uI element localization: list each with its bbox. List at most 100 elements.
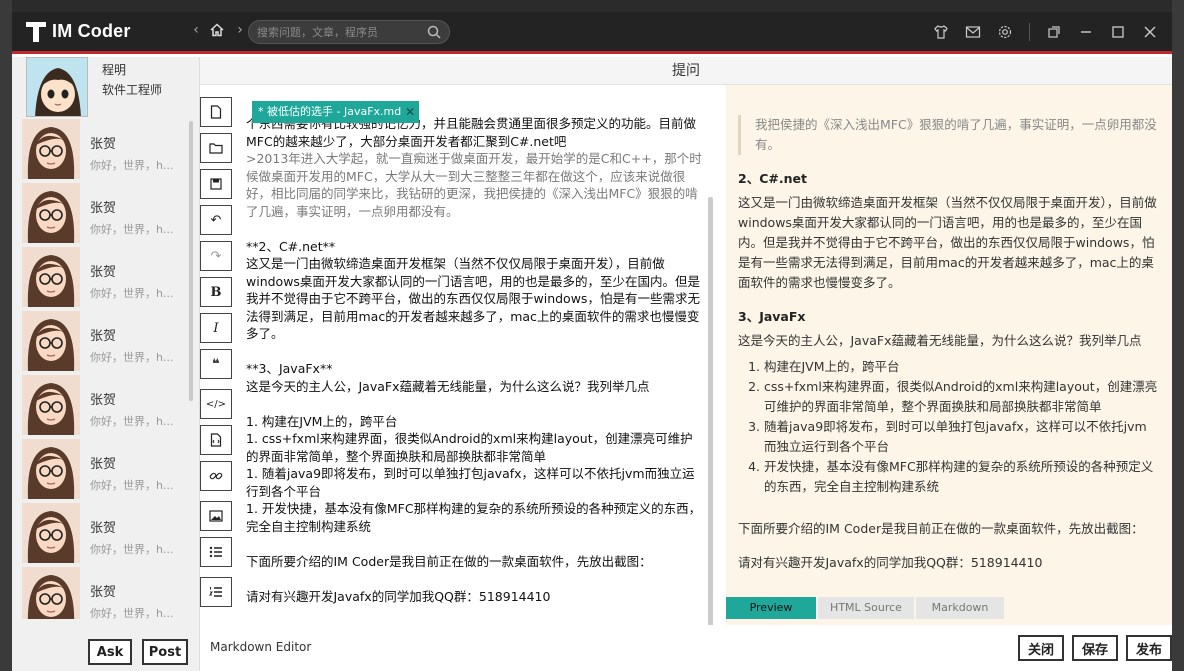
restore-window-icon[interactable] (1044, 22, 1064, 42)
contact-last-message: 你好，世界，h... (90, 607, 174, 619)
preview-heading: 2、C#.net (738, 171, 807, 186)
numbered-list-icon (209, 587, 222, 597)
forward-arrow-icon[interactable]: › (232, 22, 248, 38)
avatar (22, 183, 80, 243)
minimize-icon[interactable] (1076, 22, 1096, 42)
link-button[interactable] (200, 461, 232, 491)
contact-name: 张贺 (90, 521, 117, 536)
open-folder-button[interactable] (200, 133, 232, 163)
post-button[interactable]: Post (142, 639, 188, 665)
save-button[interactable]: 保存 (1072, 635, 1118, 661)
list-item[interactable]: 张贺 你好，世界，h... (22, 119, 190, 183)
sidebar-actions: Ask Post (12, 623, 200, 671)
shirt-icon[interactable] (931, 22, 951, 42)
image-button[interactable] (200, 501, 232, 531)
list-item[interactable]: 张贺 你好，世界，h... (22, 375, 190, 439)
bold-button[interactable]: B (200, 277, 232, 307)
publish-button[interactable]: 发布 (1126, 635, 1172, 661)
user-profile[interactable]: 程明 软件工程师 (24, 57, 200, 119)
contact-name: 张贺 (90, 201, 117, 216)
code-block-button[interactable] (200, 425, 232, 455)
back-arrow-icon[interactable]: ‹ (188, 22, 204, 38)
close-icon[interactable]: ✕ (405, 101, 415, 123)
avatar (22, 439, 80, 499)
list-item: css+fxml来构建界面，很类似Android的xml来构建layout，创建… (764, 377, 1158, 417)
app-logo: IM Coder (26, 20, 131, 42)
close-icon[interactable] (1140, 22, 1160, 42)
ask-button[interactable]: Ask (88, 639, 132, 665)
editor-line: 请对有兴趣开发Javafx的同学加我QQ群：518914410 (246, 588, 551, 604)
contact-name: 张贺 (90, 457, 117, 472)
contact-name: 张贺 (90, 329, 117, 344)
page-title: 提问 (200, 57, 1172, 85)
editor-line: 1. 开发快捷，基本没有像MFC那样构建的复杂的系统所预设的各种预定义的东西，完… (246, 501, 702, 534)
contact-list: 张贺 你好，世界，h... 张贺 你好，世界，h... 张贺 你好，世界，h..… (12, 119, 200, 619)
code-file-icon (210, 433, 222, 447)
list-item[interactable]: 张贺 你好，世界，h... (22, 311, 190, 375)
ordered-list-button[interactable] (200, 577, 232, 607)
close-button[interactable]: 关闭 (1018, 635, 1064, 661)
list-item[interactable]: 张贺 你好，世界，h... (22, 439, 190, 503)
redo-button[interactable]: ↷ (200, 241, 232, 271)
floppy-icon (210, 178, 222, 190)
tab-markdown-ast[interactable]: Markdown AST (916, 597, 1004, 636)
nav-controls: ‹ › (188, 22, 248, 38)
contact-name: 张贺 (90, 137, 117, 152)
list-item[interactable]: 张贺 你好，世界，h... (22, 503, 190, 567)
editor-line: 1. css+fxml来构建界面，很类似Android的xml来构建layout… (246, 431, 693, 464)
list-item: 随着java9即将发布，到时可以单独打包javafx，这样可以不依托jvm而独立… (764, 417, 1158, 457)
editor-line: 这又是一门由微软缔造桌面开发框架（当然不仅仅局限于桌面开发），目前做window… (246, 256, 700, 341)
home-icon[interactable] (210, 23, 226, 37)
titlebar-divider (1029, 23, 1030, 41)
quote-button[interactable]: ❝ (200, 349, 232, 379)
search-box (248, 20, 450, 44)
contact-last-message: 你好，世界，h... (90, 415, 174, 428)
list-item[interactable]: 张贺 你好，世界，h... (22, 567, 190, 619)
avatar (22, 247, 80, 307)
unordered-list-button[interactable] (200, 537, 232, 567)
tab-preview[interactable]: Preview (726, 597, 816, 619)
editor-line: 1. 构建在JVM上的，跨平台 (246, 413, 398, 429)
list-item[interactable]: 张贺 你好，世界，h... (22, 183, 190, 247)
image-icon (209, 510, 223, 522)
undo-icon: ↶ (210, 212, 222, 228)
italic-button[interactable]: I (200, 313, 232, 343)
editor-line: **2、C#.net** (246, 238, 336, 254)
contact-last-message: 你好，世界，h... (90, 543, 174, 556)
search-input[interactable] (257, 24, 417, 40)
contact-last-message: 你好，世界，h... (90, 223, 174, 236)
maximize-icon[interactable] (1108, 22, 1128, 42)
avatar (22, 375, 80, 435)
editor-text[interactable]: 个东西需要你有比较强的记忆力，并且能融会贯通里面很多预定义的功能。目前做MFC的… (246, 115, 702, 605)
list-item[interactable]: 张贺 你好，世界，h... (22, 247, 190, 311)
tab-file[interactable]: * 被低估的选手 - JavaFx.md ✕ (252, 101, 420, 123)
italic-icon: I (213, 320, 219, 336)
editor-line: 这是今天的主人公，JavaFx蕴藏着无线能量，为什么这么说？我列举几点 (246, 378, 650, 394)
list-item: 构建在JVM上的，跨平台 (764, 357, 1158, 377)
list-item: 开发快捷，基本没有像MFC那样构建的复杂的系统所预设的各种预定义的东西，完全自主… (764, 457, 1158, 497)
editor-scrollbar[interactable] (708, 197, 713, 637)
window-frame-right (1172, 0, 1184, 671)
contact-name: 张贺 (90, 265, 117, 280)
markdown-editor[interactable]: * 被低估的选手 - JavaFx.md ✕ 个东西需要你有比较强的记忆力，并且… (238, 85, 704, 625)
contact-name: 张贺 (90, 585, 117, 600)
undo-button[interactable]: ↶ (200, 205, 232, 235)
tab-html-source[interactable]: HTML Source (818, 597, 914, 619)
preview-paragraph: 这又是一门由微软缔造桌面开发框架（当然不仅仅局限于桌面开发），目前做window… (738, 195, 1157, 290)
quote-icon: ❝ (212, 356, 220, 372)
contact-last-message: 你好，世界，h... (90, 287, 174, 300)
title-bar: IM Coder ‹ › (12, 12, 1172, 54)
code-button[interactable]: </> (200, 389, 232, 419)
redo-icon: ↷ (210, 248, 222, 264)
new-file-button[interactable] (200, 97, 232, 127)
preview-list: 构建在JVM上的，跨平台 css+fxml来构建界面，很类似Android的xm… (764, 357, 1158, 497)
gear-icon[interactable] (995, 22, 1015, 42)
save-file-button[interactable] (200, 169, 232, 199)
mail-icon[interactable] (963, 22, 983, 42)
folder-icon (209, 143, 223, 154)
sidebar-scrollbar[interactable] (189, 121, 193, 401)
avatar[interactable] (26, 57, 88, 117)
file-icon (210, 105, 222, 119)
search-icon[interactable] (427, 25, 441, 42)
avatar (22, 503, 80, 563)
